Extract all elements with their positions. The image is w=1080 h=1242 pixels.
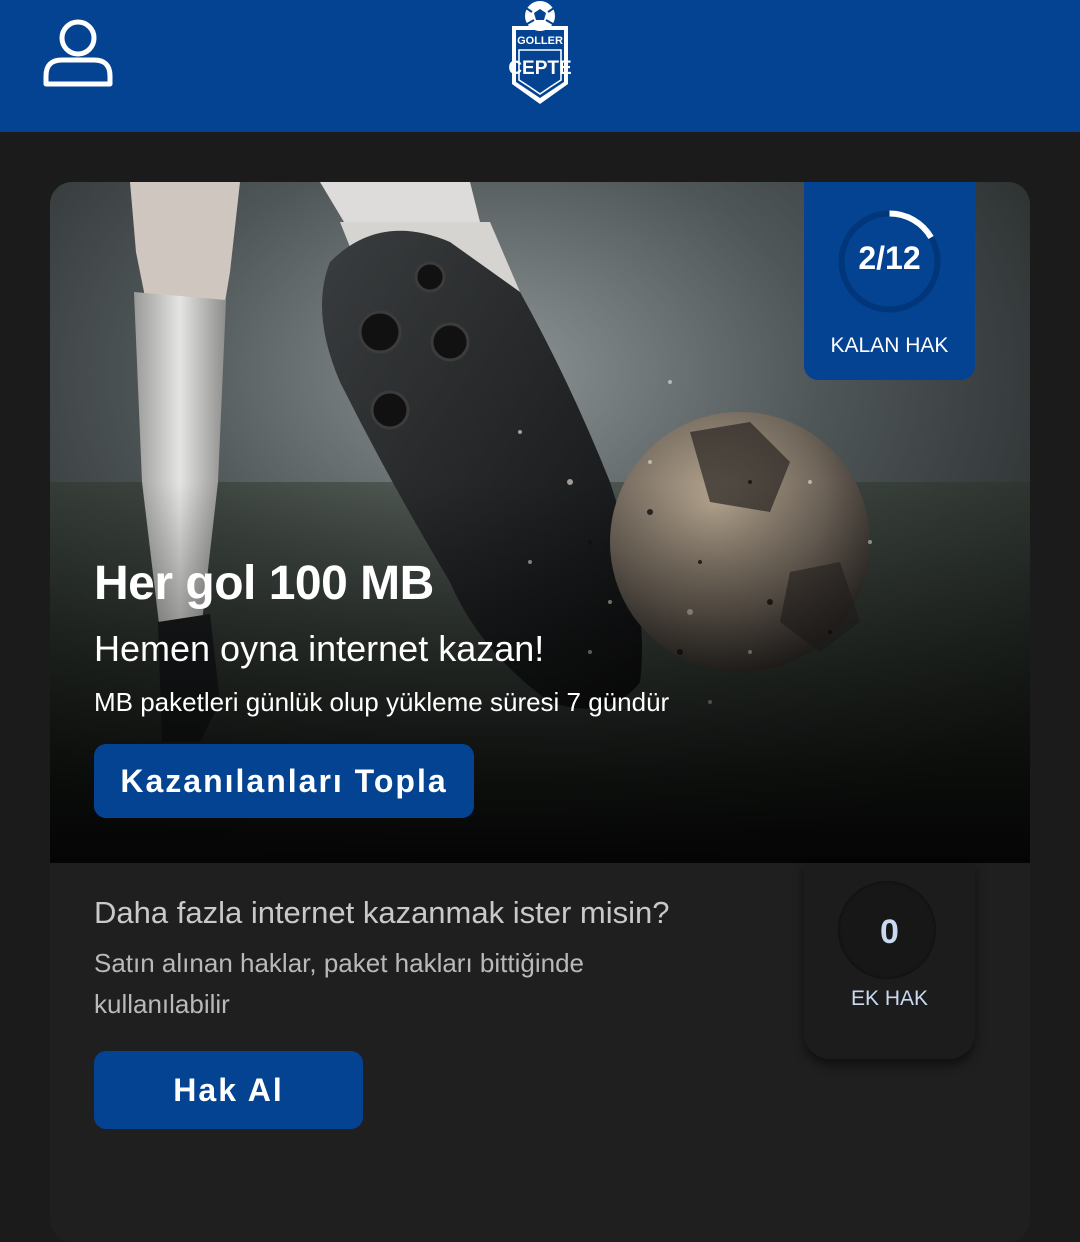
hero-note: MB paketleri günlük olup yükleme süresi …: [94, 687, 670, 717]
campaign-card: Her gol 100 MB Hemen oyna internet kazan…: [50, 182, 1030, 1242]
extra-rights-label: EK HAK: [850, 987, 929, 1010]
logo-line1: GOLLER: [517, 35, 563, 47]
remaining-rights-badge: 2/12 KALAN HAK: [804, 182, 975, 380]
app-header: GOLLER CEPTE: [0, 0, 1080, 132]
extra-rights-badge: 0 EK HAK: [804, 863, 975, 1059]
hero-subtitle: Hemen oyna internet kazan!: [94, 628, 545, 669]
remaining-label: KALAN HAK: [830, 334, 949, 357]
remaining-count: 2/12: [858, 240, 921, 276]
collect-winnings-button[interactable]: Kazanılanları Topla: [94, 744, 474, 818]
goller-cepte-logo: GOLLER CEPTE: [504, 0, 576, 108]
buy-rights-button[interactable]: Hak Al: [94, 1051, 363, 1129]
more-internet-description: Satın alınan haklar, paket hakları bitti…: [94, 948, 584, 1019]
extra-rights-count: 0: [880, 913, 899, 951]
more-internet-title: Daha fazla internet kazanmak ister misin…: [94, 895, 670, 930]
hero-title: Her gol 100 MB: [94, 557, 434, 610]
user-icon: [43, 19, 113, 87]
logo-line2: CEPTE: [508, 58, 571, 79]
hero-banner: Her gol 100 MB Hemen oyna internet kazan…: [50, 182, 1030, 863]
profile-button[interactable]: [40, 14, 116, 90]
